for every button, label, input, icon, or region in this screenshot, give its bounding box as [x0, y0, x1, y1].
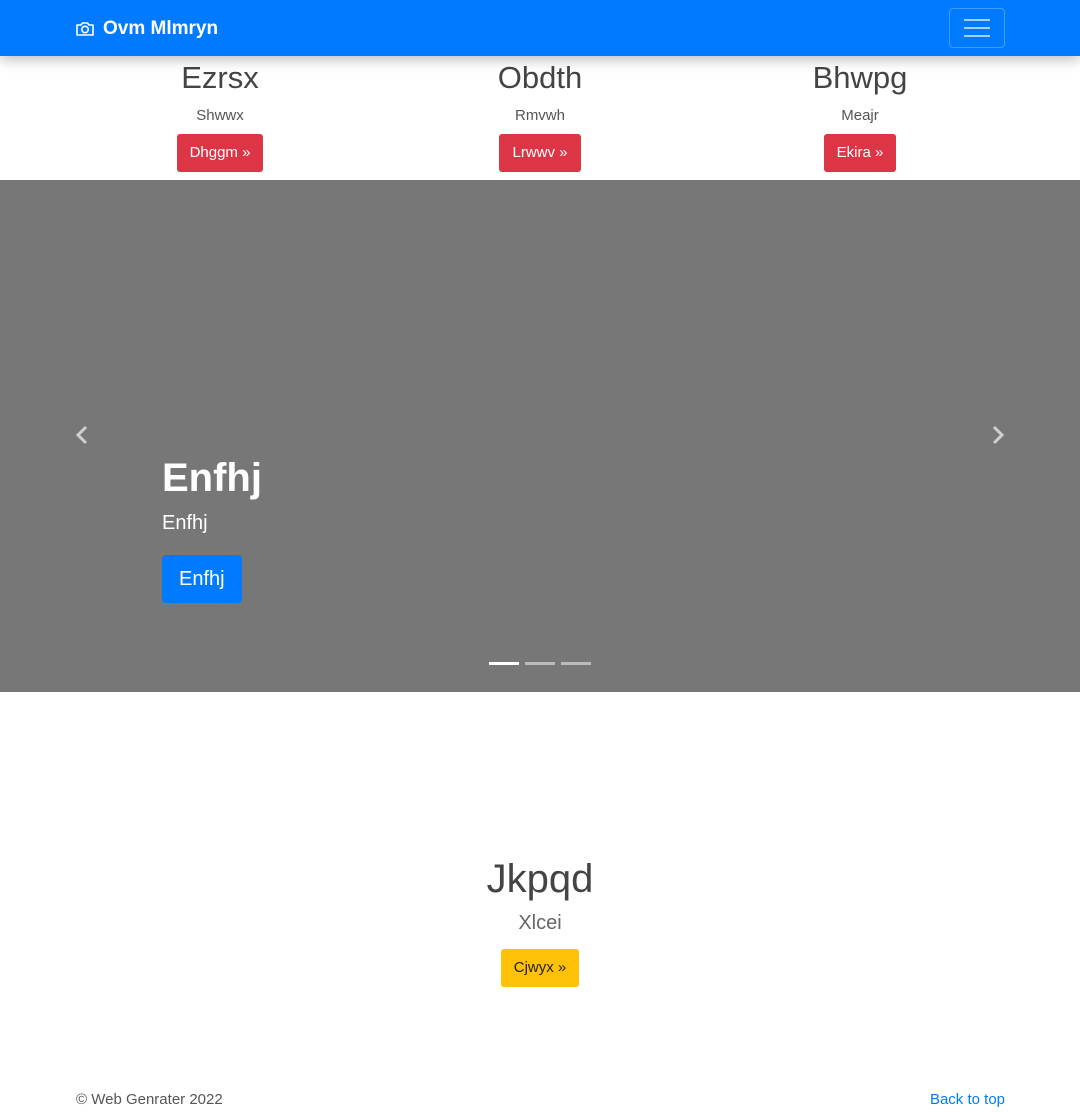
copyright-text: © Web Genrater 2022 — [76, 1091, 223, 1108]
feature-column: Bhwpg Meajr Ekira » — [700, 56, 1020, 172]
brand-name: Ovm Mlmryn — [103, 18, 219, 39]
feature-text: Shwwx — [196, 107, 244, 124]
carousel-next-button[interactable] — [988, 420, 1008, 450]
carousel-caption: Enfhj Enfhj Enfhj — [162, 453, 262, 603]
feature-button[interactable]: Ekira » — [823, 134, 897, 172]
carousel-heading: Enfhj — [162, 456, 262, 500]
hero-button[interactable]: Cjwyx » — [500, 949, 580, 987]
carousel-prev-button[interactable] — [72, 420, 92, 450]
navbar-toggler-button[interactable] — [949, 8, 1005, 48]
feature-column: Ezrsx Shwwx Dhggm » — [60, 56, 380, 172]
hero-text: Xlcei — [518, 912, 562, 934]
chevron-right-icon — [992, 425, 1005, 445]
carousel-button[interactable]: Enfhj — [162, 555, 242, 603]
feature-columns: Ezrsx Shwwx Dhggm » Obdth Rmvwh Lrwwv » … — [0, 56, 1080, 180]
hero-section: Jkpqd Xlcei Cjwyx » — [0, 855, 1080, 987]
feature-title: Bhwpg — [812, 60, 908, 95]
hamburger-menu-icon — [964, 19, 990, 21]
back-to-top-link[interactable]: Back to top — [930, 1091, 1005, 1109]
camera-icon — [76, 22, 94, 36]
carousel-indicators — [489, 662, 591, 665]
carousel: Enfhj Enfhj Enfhj — [0, 180, 1080, 692]
feature-text: Rmvwh — [514, 107, 565, 124]
feature-text: Meajr — [841, 107, 879, 124]
feature-button[interactable]: Lrwwv » — [499, 134, 581, 172]
brand-link[interactable]: Ovm Mlmryn — [75, 15, 218, 43]
hamburger-menu-icon-bar — [964, 27, 990, 29]
carousel-indicator[interactable] — [561, 662, 591, 665]
feature-button[interactable]: Dhggm » — [176, 134, 264, 172]
carousel-indicator[interactable] — [489, 662, 519, 665]
carousel-text: Enfhj — [162, 512, 208, 534]
feature-title: Obdth — [497, 60, 583, 95]
feature-title: Ezrsx — [181, 60, 259, 95]
navbar: Ovm Mlmryn — [0, 0, 1080, 56]
hamburger-menu-icon-bar — [964, 35, 990, 37]
carousel-indicator[interactable] — [525, 662, 555, 665]
feature-column: Obdth Rmvwh Lrwwv » — [380, 56, 700, 172]
chevron-left-icon — [75, 425, 88, 445]
hero-title: Jkpqd — [486, 857, 594, 901]
